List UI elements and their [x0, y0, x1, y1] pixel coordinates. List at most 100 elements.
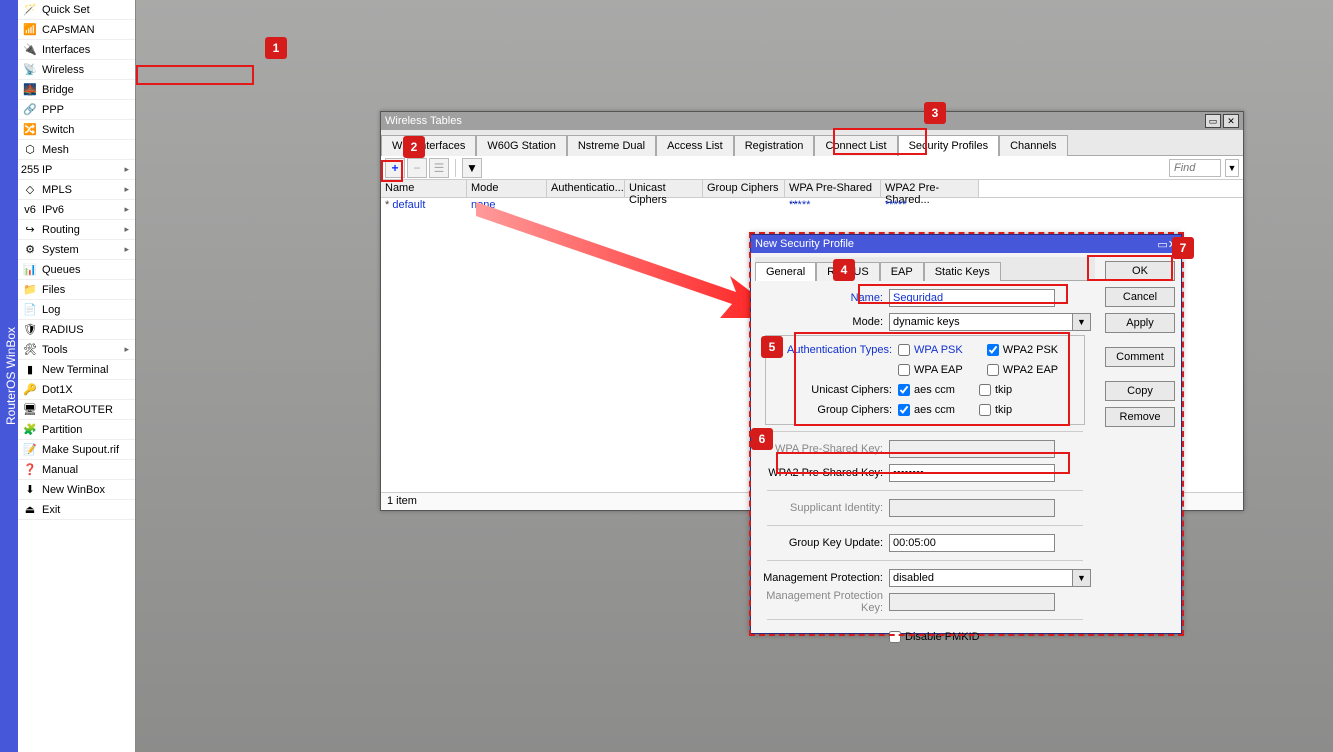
- sidebar-item-new-terminal[interactable]: ▮New Terminal: [18, 360, 135, 380]
- disable-pmkid-checkbox[interactable]: [889, 631, 901, 643]
- gku-field[interactable]: [889, 534, 1055, 552]
- dialog-tab-radius[interactable]: RADIUS: [816, 262, 880, 281]
- table-row[interactable]: * defaultnone**********: [381, 198, 1243, 214]
- tab-w60g-station[interactable]: W60G Station: [476, 135, 566, 156]
- name-field[interactable]: [889, 289, 1055, 307]
- mode-select[interactable]: [889, 313, 1073, 331]
- sidebar-item-log[interactable]: 📄Log: [18, 300, 135, 320]
- tab-wifi-interfaces[interactable]: WiFi Interfaces: [381, 135, 476, 156]
- menu-icon: 📡: [22, 62, 38, 78]
- mp-select[interactable]: [889, 569, 1073, 587]
- sidebar-item-manual[interactable]: ❓Manual: [18, 460, 135, 480]
- disable-pmkid-label: Disable PMKID: [905, 631, 980, 643]
- dialog-tab-general[interactable]: General: [755, 262, 816, 281]
- menu-icon: ◇: [22, 182, 38, 198]
- sidebar-item-quick-set[interactable]: 🪄Quick Set: [18, 0, 135, 20]
- sidebar-item-queues[interactable]: 📊Queues: [18, 260, 135, 280]
- menu-icon: 🔀: [22, 122, 38, 138]
- sidebar-item-partition[interactable]: 🧩Partition: [18, 420, 135, 440]
- sidebar-item-ip[interactable]: 255IP▸: [18, 160, 135, 180]
- wpa2-key-field[interactable]: [889, 464, 1055, 482]
- dropdown-icon[interactable]: ▼: [1073, 313, 1091, 331]
- supplicant-label: Supplicant Identity:: [759, 502, 889, 514]
- sidebar-item-wireless[interactable]: 📡Wireless: [18, 60, 135, 80]
- sidebar-item-dot1x[interactable]: 🔑Dot1X: [18, 380, 135, 400]
- sidebar-item-metarouter[interactable]: 🖥MetaROUTER: [18, 400, 135, 420]
- sidebar-item-label: MetaROUTER: [42, 404, 113, 416]
- tab-connect-list[interactable]: Connect List: [814, 135, 897, 156]
- wpa-eap-checkbox[interactable]: [898, 364, 910, 376]
- sidebar-item-mesh[interactable]: ⬡Mesh: [18, 140, 135, 160]
- supplicant-field: [889, 499, 1055, 517]
- tab-access-list[interactable]: Access List: [656, 135, 734, 156]
- dialog-titlebar[interactable]: New Security Profile ▭ ✕: [751, 235, 1181, 253]
- menu-icon: 🔑: [22, 382, 38, 398]
- group-tkip-checkbox[interactable]: [979, 404, 991, 416]
- form-general: Name: Mode: ▼ Authentication Types:: [751, 281, 1099, 648]
- col-2[interactable]: Authenticatio...: [547, 180, 625, 197]
- dialog-tab-static-keys[interactable]: Static Keys: [924, 262, 1001, 281]
- close-icon[interactable]: ✕: [1168, 238, 1177, 251]
- minimize-icon[interactable]: ▭: [1157, 238, 1167, 251]
- wpa2-eap-checkbox[interactable]: [987, 364, 999, 376]
- badge-1: 1: [265, 37, 287, 59]
- find-input[interactable]: [1169, 159, 1221, 177]
- sidebar-item-capsman[interactable]: 📶CAPsMAN: [18, 20, 135, 40]
- sidebar-item-exit[interactable]: ⏏Exit: [18, 500, 135, 520]
- col-0[interactable]: Name: [381, 180, 467, 197]
- dialog-buttons: OK Cancel Apply Comment Copy Remove: [1099, 253, 1181, 633]
- unicast-tkip-checkbox[interactable]: [979, 384, 991, 396]
- sidebar-item-bridge[interactable]: 🌉Bridge: [18, 80, 135, 100]
- unicast-aesccm-checkbox[interactable]: [898, 384, 910, 396]
- tab-registration[interactable]: Registration: [734, 135, 815, 156]
- sidebar-item-radius[interactable]: 🛡RADIUS: [18, 320, 135, 340]
- auth-types-label: Authentication Types:: [770, 344, 898, 356]
- sidebar-item-switch[interactable]: 🔀Switch: [18, 120, 135, 140]
- col-3[interactable]: Unicast Ciphers: [625, 180, 703, 197]
- sidebar-item-label: PPP: [42, 104, 64, 116]
- cancel-button[interactable]: Cancel: [1105, 287, 1175, 307]
- col-4[interactable]: Group Ciphers: [703, 180, 785, 197]
- new-security-profile-dialog: New Security Profile ▭ ✕ GeneralRADIUSEA…: [750, 234, 1182, 634]
- dropdown-icon[interactable]: ▼: [1225, 159, 1239, 177]
- col-6[interactable]: WPA2 Pre-Shared...: [881, 180, 979, 197]
- group-aesccm-checkbox[interactable]: [898, 404, 910, 416]
- add-button[interactable]: +: [385, 158, 405, 178]
- menu-icon: 🌉: [22, 82, 38, 98]
- close-icon[interactable]: ✕: [1223, 114, 1239, 128]
- remove-button[interactable]: Remove: [1105, 407, 1175, 427]
- sidebar-item-interfaces[interactable]: 🔌Interfaces: [18, 40, 135, 60]
- tab-channels[interactable]: Channels: [999, 135, 1067, 156]
- sidebar-item-ppp[interactable]: 🔗PPP: [18, 100, 135, 120]
- sidebar-item-tools[interactable]: 🛠Tools▸: [18, 340, 135, 360]
- apply-button[interactable]: Apply: [1105, 313, 1175, 333]
- ok-button[interactable]: OK: [1105, 261, 1175, 281]
- sidebar-item-files[interactable]: 📁Files: [18, 280, 135, 300]
- minimize-icon[interactable]: ▭: [1205, 114, 1221, 128]
- wpa-psk-checkbox[interactable]: [898, 344, 910, 356]
- col-5[interactable]: WPA Pre-Shared ...: [785, 180, 881, 197]
- col-1[interactable]: Mode: [467, 180, 547, 197]
- wpa-key-field: [889, 440, 1055, 458]
- dialog-tab-eap[interactable]: EAP: [880, 262, 924, 281]
- sidebar-item-mpls[interactable]: ◇MPLS▸: [18, 180, 135, 200]
- copy-button[interactable]: Copy: [1105, 381, 1175, 401]
- sidebar-item-routing[interactable]: ↪Routing▸: [18, 220, 135, 240]
- submenu-arrow-icon: ▸: [124, 244, 129, 255]
- sidebar-item-label: Queues: [42, 264, 81, 276]
- dropdown-icon[interactable]: ▼: [1073, 569, 1091, 587]
- remove-button[interactable]: −: [407, 158, 427, 178]
- tab-nstreme-dual[interactable]: Nstreme Dual: [567, 135, 656, 156]
- comment-button[interactable]: Comment: [1105, 347, 1175, 367]
- window-titlebar[interactable]: Wireless Tables ▭ ✕: [381, 112, 1243, 130]
- sidebar-item-new-winbox[interactable]: ⬇New WinBox: [18, 480, 135, 500]
- properties-button[interactable]: ☰: [429, 158, 449, 178]
- sidebar-item-system[interactable]: ⚙System▸: [18, 240, 135, 260]
- tab-security-profiles[interactable]: Security Profiles: [898, 135, 999, 156]
- sidebar-item-ipv6[interactable]: v6IPv6▸: [18, 200, 135, 220]
- menu-icon: 📁: [22, 282, 38, 298]
- wpa2-psk-checkbox[interactable]: [987, 344, 999, 356]
- sidebar-item-make-supout-rif[interactable]: 📝Make Supout.rif: [18, 440, 135, 460]
- filter-icon[interactable]: ▼: [462, 158, 482, 178]
- name-label: Name:: [759, 292, 889, 304]
